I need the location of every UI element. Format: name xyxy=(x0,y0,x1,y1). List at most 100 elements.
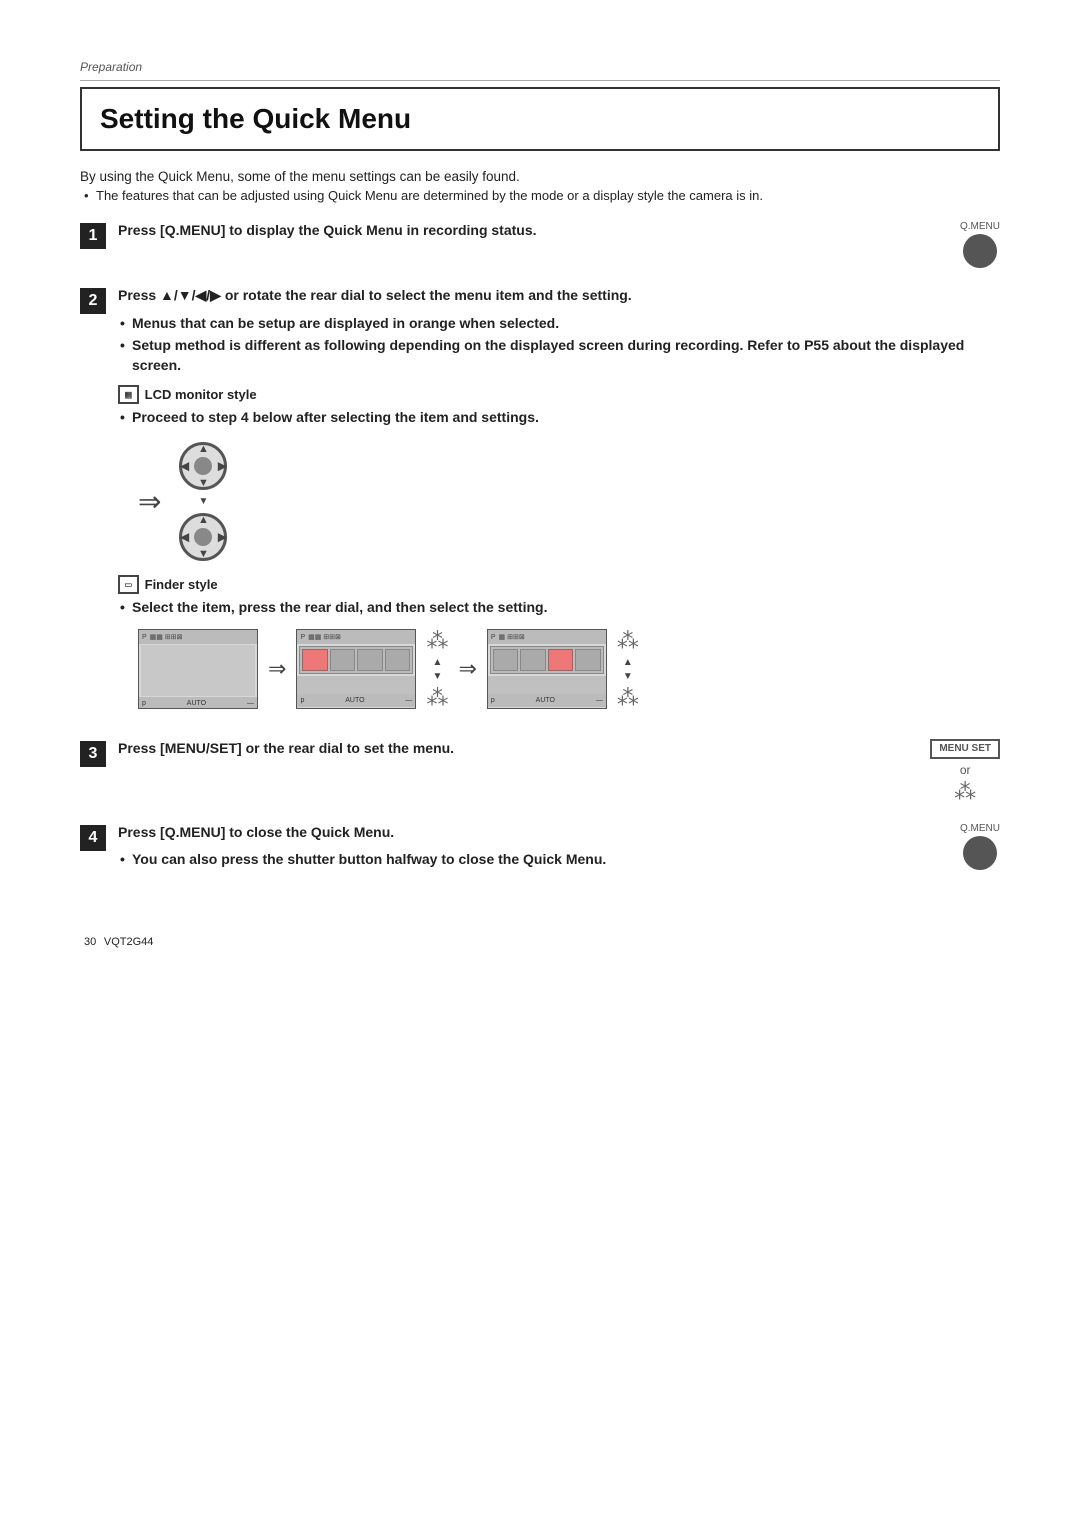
intro-bullet: The features that can be adjusted using … xyxy=(80,188,1000,203)
screen3-bottom: p AUTO — xyxy=(488,694,606,707)
step-4-content: Press [Q.MENU] to close the Quick Menu. … xyxy=(118,823,1000,873)
screen1-top: P ▦▦ ⊞⊞⊠ xyxy=(139,630,257,644)
qmenu-label-4: Q.MENU xyxy=(960,823,1000,834)
step-4-bullet-1: You can also press the shutter button ha… xyxy=(118,850,606,870)
dial2-down-arrow: ▼ xyxy=(623,671,633,682)
finder-style-label: ▭ Finder style xyxy=(118,575,1000,594)
dial2-icon-up: ⁂ xyxy=(617,628,639,654)
qmenu-label-1: Q.MENU xyxy=(960,221,1000,232)
step-2-heading: Press ▲/▼/◀/▶ or rotate the rear dial to… xyxy=(118,286,1000,306)
screen3-left: p xyxy=(491,697,495,704)
step-2-bullets: Menus that can be setup are displayed in… xyxy=(118,314,1000,376)
finder-screen-3: P ▦ ⊞⊞⊠ p AUTO — xyxy=(487,629,607,709)
overlay3-cell-4 xyxy=(575,649,601,671)
screen1-mid: AUTO xyxy=(187,700,206,707)
dpad-right: ▶ xyxy=(218,459,226,472)
step-1-icon: Q.MENU xyxy=(960,221,1000,268)
finder-screen-1: P ▦▦ ⊞⊞⊠ p AUTO — xyxy=(138,629,258,709)
dpad-diagram: ▲ ▼ ◀ ▶ ▼ ▲ ▼ ◀ ▶ xyxy=(179,442,227,561)
screen1-bottom: p AUTO — xyxy=(139,697,257,709)
screen3-right: — xyxy=(596,697,603,704)
dial-icon-down: ⁂ xyxy=(426,685,448,711)
dpad-down: ▼ xyxy=(198,477,209,489)
screen2-right: — xyxy=(405,697,412,704)
step-4-block: 4 Press [Q.MENU] to close the Quick Menu… xyxy=(80,823,1000,873)
overlay3-cell-3 xyxy=(548,649,574,671)
screen3-mid: AUTO xyxy=(536,697,555,704)
dial-down-arrow: ▼ xyxy=(432,671,442,682)
section-label: Preparation xyxy=(80,60,1000,74)
dpad2-right: ▶ xyxy=(218,530,226,543)
step-2-number: 2 xyxy=(80,288,106,314)
step-1-content: Press [Q.MENU] to display the Quick Menu… xyxy=(118,221,1000,268)
dpad-up: ▲ xyxy=(198,443,209,455)
rear-dial-diagram: ⁂ ▲ ▼ ⁂ xyxy=(426,628,448,711)
arrow-icon-2: ⇒ xyxy=(268,656,286,682)
or-label: or xyxy=(960,763,971,777)
step-2-bullet-1: Menus that can be setup are displayed in… xyxy=(118,314,1000,334)
screen2-body xyxy=(297,676,415,694)
screen1-left: p xyxy=(142,700,146,707)
overlay3-cell-1 xyxy=(493,649,519,671)
finder-diagram: P ▦▦ ⊞⊞⊠ p AUTO — ⇒ P ▦▦ ⊞⊞⊠ xyxy=(138,628,1000,711)
step-3-number: 3 xyxy=(80,741,106,767)
step-3-icon: MENU SET or ⁂ xyxy=(930,739,1000,805)
step-1-number: 1 xyxy=(80,223,106,249)
dpad-center xyxy=(194,457,212,475)
overlay-cell-4 xyxy=(385,649,411,671)
screen2-info: ▦▦ ⊞⊞⊠ xyxy=(308,633,341,641)
step-2-bullet-2: Setup method is different as following d… xyxy=(118,336,1000,375)
dial-step3: ⁂ xyxy=(954,779,976,805)
step-1-block: 1 Press [Q.MENU] to display the Quick Me… xyxy=(80,221,1000,268)
lcd-style-label: ▦ LCD monitor style xyxy=(118,385,1000,404)
screen1-mode: P xyxy=(142,634,147,641)
dial-icon-up: ⁂ xyxy=(426,628,448,654)
rear-dial-diagram-2: ⁂ ▲ ▼ ⁂ xyxy=(617,628,639,711)
page-title: Setting the Quick Menu xyxy=(100,103,980,135)
step-2-content: Press ▲/▼/◀/▶ or rotate the rear dial to… xyxy=(118,286,1000,721)
menu-set-button: MENU SET xyxy=(930,739,1000,761)
lcd-icon: ▦ xyxy=(118,385,139,404)
lcd-diagram: ⇒ ▲ ▼ ◀ ▶ ▼ ▲ ▼ ◀ ▶ xyxy=(138,442,1000,561)
screen2-mode: P xyxy=(300,634,305,641)
finder-screen-2: P ▦▦ ⊞⊞⊠ p AUTO — xyxy=(296,629,416,709)
finder-icon: ▭ xyxy=(118,575,139,594)
arrow-icon-1: ⇒ xyxy=(138,485,161,518)
screen1-info: ▦▦ ⊞⊞⊠ xyxy=(150,633,183,641)
qmenu-button-1 xyxy=(963,234,997,268)
intro-text: By using the Quick Menu, some of the men… xyxy=(80,169,1000,184)
dpad2-up: ▲ xyxy=(198,514,209,526)
footer-page: 30 xyxy=(84,936,96,948)
dial2-icon-down: ⁂ xyxy=(617,685,639,711)
screen1-body xyxy=(141,645,255,696)
menu-set-rect: MENU SET xyxy=(930,739,1000,759)
step-4-bullets: You can also press the shutter button ha… xyxy=(118,850,606,870)
step-2-block: 2 Press ▲/▼/◀/▶ or rotate the rear dial … xyxy=(80,286,1000,721)
lcd-style-text: LCD monitor style xyxy=(145,387,257,402)
overlay3-cell-2 xyxy=(520,649,546,671)
screen2-mid: AUTO xyxy=(345,697,364,704)
footer: 30 VQT2G44 xyxy=(80,933,1000,948)
dpad-control: ▲ ▼ ◀ ▶ xyxy=(179,442,227,490)
step-1-heading: Press [Q.MENU] to display the Quick Menu… xyxy=(118,221,537,241)
rear-dial-step3: ⁂ xyxy=(954,779,976,805)
overlay-cell-1 xyxy=(302,649,328,671)
screen2-overlay xyxy=(299,646,413,674)
screen3-body xyxy=(488,676,606,694)
lcd-sub-bullet: Proceed to step 4 below after selecting … xyxy=(118,408,1000,428)
dpad-control-2: ▲ ▼ ◀ ▶ xyxy=(179,513,227,561)
screen2-bottom: p AUTO — xyxy=(297,694,415,707)
dpad-center-2 xyxy=(194,528,212,546)
step-3-content: Press [MENU/SET] or the rear dial to set… xyxy=(118,739,1000,805)
step-4-icon: Q.MENU xyxy=(960,823,1000,870)
dpad2-left: ◀ xyxy=(180,530,188,543)
dpad2-down: ▼ xyxy=(198,548,209,560)
dial2-up-arrow: ▲ xyxy=(623,657,633,668)
step-3-heading: Press [MENU/SET] or the rear dial to set… xyxy=(118,739,454,759)
footer-code: VQT2G44 xyxy=(104,936,154,948)
step-4-heading: Press [Q.MENU] to close the Quick Menu. xyxy=(118,823,606,843)
screen3-overlay xyxy=(490,646,604,674)
qmenu-button-4 xyxy=(963,836,997,870)
finder-style-text: Finder style xyxy=(145,577,218,592)
step-4-number: 4 xyxy=(80,825,106,851)
